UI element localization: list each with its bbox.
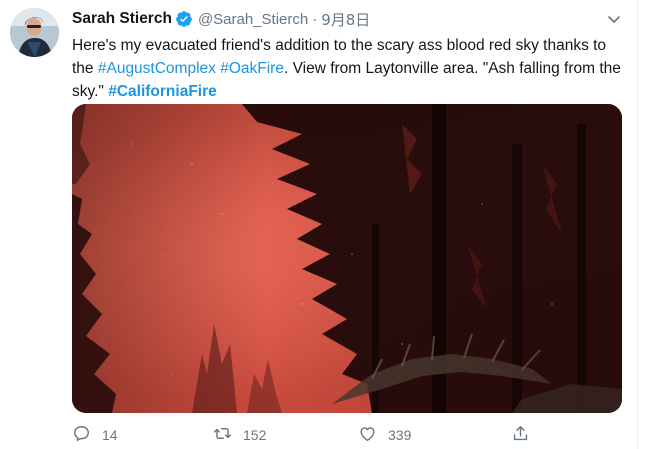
- tweet-photo[interactable]: [72, 104, 622, 413]
- avatar[interactable]: [10, 8, 59, 57]
- hashtag-link[interactable]: #CaliforniaFire: [108, 83, 217, 100]
- tweet: Sarah Stierch @Sarah_Stierch · 9月8日 Here…: [0, 0, 650, 449]
- header-separator: ·: [312, 10, 318, 28]
- chevron-down-icon[interactable]: [606, 11, 622, 27]
- tweet-date[interactable]: 9月8日: [321, 9, 370, 30]
- tweet-text: Here's my evacuated friend's addition to…: [72, 34, 627, 103]
- share-icon: [511, 424, 530, 446]
- share-button[interactable]: [511, 424, 530, 446]
- retweet-count: 152: [243, 427, 267, 443]
- author-handle[interactable]: @Sarah_Stierch: [198, 11, 308, 28]
- tweet-header: Sarah Stierch @Sarah_Stierch · 9月8日: [72, 9, 370, 29]
- like-count: 339: [388, 427, 412, 443]
- hashtag-link[interactable]: #AugustComplex: [98, 60, 216, 77]
- like-button[interactable]: 339: [358, 424, 411, 446]
- reply-count: 14: [102, 427, 118, 443]
- reply-button[interactable]: 14: [72, 424, 118, 446]
- hashtag-link[interactable]: #OakFire: [220, 60, 284, 77]
- retweet-icon: [213, 424, 232, 446]
- author-name[interactable]: Sarah Stierch: [72, 10, 172, 28]
- verified-badge-icon: [175, 10, 193, 28]
- retweet-button[interactable]: 152: [213, 424, 266, 446]
- divider: [637, 0, 638, 449]
- tweet-actions: 14 152 339: [72, 424, 542, 446]
- reply-icon: [72, 424, 91, 446]
- heart-icon: [358, 424, 377, 446]
